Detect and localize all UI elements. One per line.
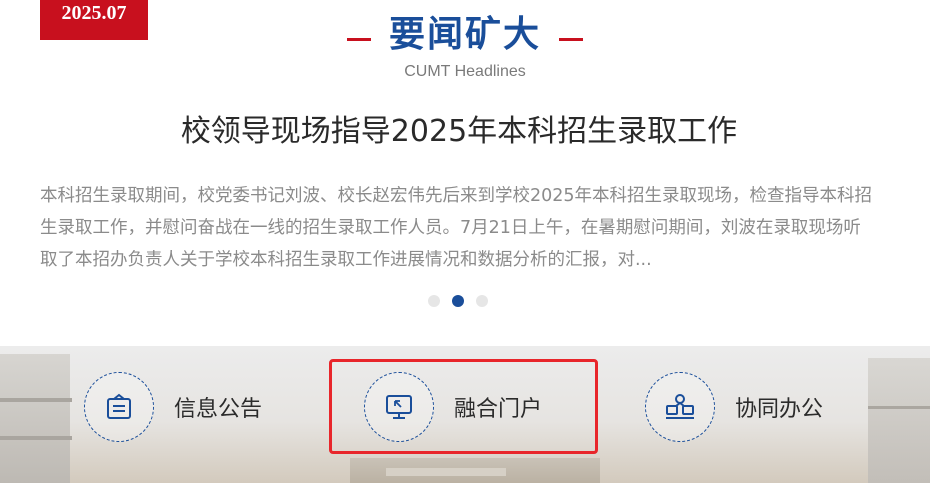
carousel-dot-3[interactable] <box>476 295 488 307</box>
quick-link-notice[interactable]: 信息公告 <box>84 371 262 443</box>
collaboration-icon <box>645 372 715 442</box>
notice-board-icon <box>84 372 154 442</box>
quick-link-label: 协同办公 <box>735 397 824 422</box>
building-ledge <box>868 406 930 409</box>
section-subtitle: CUMT Headlines <box>404 63 526 80</box>
title-dash-right <box>559 37 583 41</box>
building-sign <box>386 468 506 476</box>
campus-building-right <box>868 358 930 483</box>
building-ledge <box>0 398 72 402</box>
title-dash-left <box>346 37 371 41</box>
news-headline-link[interactable]: 校领导现场指导2025年本科招生录取工作 <box>0 106 918 150</box>
highlight-box <box>329 359 598 454</box>
section-title: 要闻矿大 <box>388 13 541 55</box>
quick-link-label: 信息公告 <box>174 397 263 422</box>
campus-building-left <box>0 354 70 483</box>
building-ledge <box>0 436 72 440</box>
section-header: 要闻矿大 <box>0 4 930 58</box>
carousel-dot-1[interactable] <box>428 295 440 307</box>
carousel-dot-2[interactable] <box>452 295 464 307</box>
quick-link-office[interactable]: 协同办公 <box>645 371 823 443</box>
news-summary: 本科招生录取期间，校党委书记刘波、校长赵宏伟先后来到学校2025年本科招生录取现… <box>40 186 873 270</box>
carousel-pagination <box>428 294 500 308</box>
